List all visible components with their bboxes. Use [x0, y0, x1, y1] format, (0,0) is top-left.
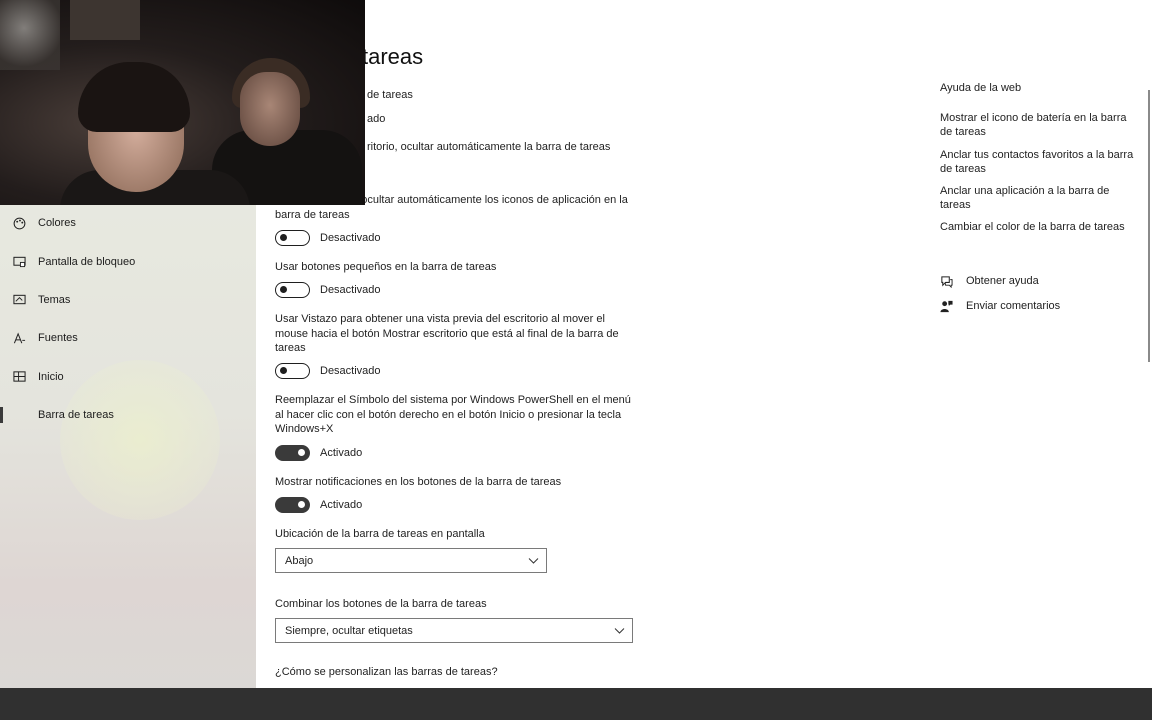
toggle-switch[interactable]: [275, 230, 310, 246]
combine-buttons-select[interactable]: Siempre, ocultar etiquetas: [275, 618, 633, 643]
chevron-down-icon: [614, 628, 625, 634]
toggle-state-label: Desactivado: [320, 232, 381, 244]
toggle-switch[interactable]: [275, 497, 310, 513]
palette-icon: [12, 216, 26, 230]
sidebar-item-temas[interactable]: Temas: [0, 281, 256, 319]
select-value: Abajo: [285, 554, 314, 567]
taskbar-location-select[interactable]: Abajo: [275, 548, 547, 573]
toggle-switch[interactable]: [275, 282, 310, 298]
sidebar-item-label: Barra de tareas: [38, 409, 114, 422]
customize-taskbar-link[interactable]: ¿Cómo se personalizan las barras de tare…: [275, 666, 498, 678]
page-title: tareas: [362, 44, 424, 69]
taskbar-location-label: Ubicación de la barra de tareas en panta…: [275, 528, 485, 540]
partial-setting-label: ritorio, ocultar automáticamente la barr…: [367, 141, 611, 153]
lock-screen-icon: [12, 255, 26, 269]
sidebar-item-colores[interactable]: Colores: [0, 204, 256, 242]
toggle-switch[interactable]: [275, 445, 310, 461]
scrollbar[interactable]: [1148, 90, 1150, 362]
sidebar-item-label: Pantalla de bloqueo: [38, 255, 136, 268]
sidebar-item-label: Inicio: [38, 370, 64, 383]
setting-toggle-row: Activado: [275, 445, 362, 461]
help-link-battery[interactable]: Mostrar el icono de batería en la barra …: [940, 111, 1136, 140]
toggle-state-label: Activado: [320, 499, 363, 511]
sidebar-item-label: Colores: [38, 217, 76, 230]
themes-icon: [12, 293, 26, 307]
setting-label: Mostrar notificaciones en los botones de…: [275, 476, 562, 488]
partial-setting-state: ado: [367, 113, 386, 125]
sidebar-item-label: Temas: [38, 293, 71, 306]
help-chat-icon: [940, 274, 954, 288]
toggle-state-label: Desactivado: [320, 284, 381, 296]
help-link-contacts[interactable]: Anclar tus contactos favoritos a la barr…: [940, 148, 1136, 177]
setting-label: Usar Vistazo para obtener una vista prev…: [275, 313, 619, 355]
get-help-link[interactable]: Obtener ayuda: [940, 274, 1039, 288]
taskbar-icon: [12, 408, 26, 422]
send-feedback-label: Enviar comentarios: [966, 300, 1061, 312]
setting-toggle-row: Desactivado: [275, 282, 381, 298]
windows-taskbar: [0, 688, 1152, 720]
main-content: tareas de tareas ado ritorio, ocultar au…: [256, 0, 1152, 688]
setting-label: Reemplazar el Símbolo del sistema por Wi…: [275, 394, 631, 436]
partial-setting-label: de tareas: [367, 89, 413, 101]
chevron-down-icon: [528, 558, 539, 564]
combine-buttons-label: Combinar los botones de la barra de tare…: [275, 598, 487, 610]
webcam-overlay: [0, 0, 365, 205]
feedback-icon: [940, 299, 954, 313]
sidebar-item-barra-de-tareas[interactable]: Barra de tareas: [0, 396, 256, 434]
toggle-state-label: Desactivado: [320, 365, 381, 377]
setting-toggle-row: Activado: [275, 497, 362, 513]
sidebar-item-pantalla-bloqueo[interactable]: Pantalla de bloqueo: [0, 242, 256, 280]
toggle-switch[interactable]: [275, 363, 310, 379]
send-feedback-link[interactable]: Enviar comentarios: [940, 299, 1060, 313]
help-link-pin-app[interactable]: Anclar una aplicación a la barra de tare…: [940, 184, 1136, 213]
setting-toggle-row: Desactivado: [275, 230, 381, 246]
setting-label: Usar botones pequeños en la barra de tar…: [275, 261, 497, 273]
setting-toggle-row: Desactivado: [275, 363, 381, 379]
sidebar-item-inicio[interactable]: Inicio: [0, 358, 256, 396]
sidebar-item-label: Fuentes: [38, 332, 78, 345]
toggle-state-label: Activado: [320, 447, 363, 459]
web-help-title: Ayuda de la web: [940, 82, 1022, 94]
get-help-label: Obtener ayuda: [966, 275, 1039, 287]
select-value: Siempre, ocultar etiquetas: [285, 624, 413, 637]
sidebar-nav: Colores Pantalla de bloqueo Temas Fuente…: [0, 204, 256, 434]
start-icon: [12, 370, 26, 384]
fonts-icon: [12, 331, 26, 345]
sidebar-item-fuentes[interactable]: Fuentes: [0, 319, 256, 357]
help-link-color[interactable]: Cambiar el color de la barra de tareas: [940, 220, 1136, 234]
